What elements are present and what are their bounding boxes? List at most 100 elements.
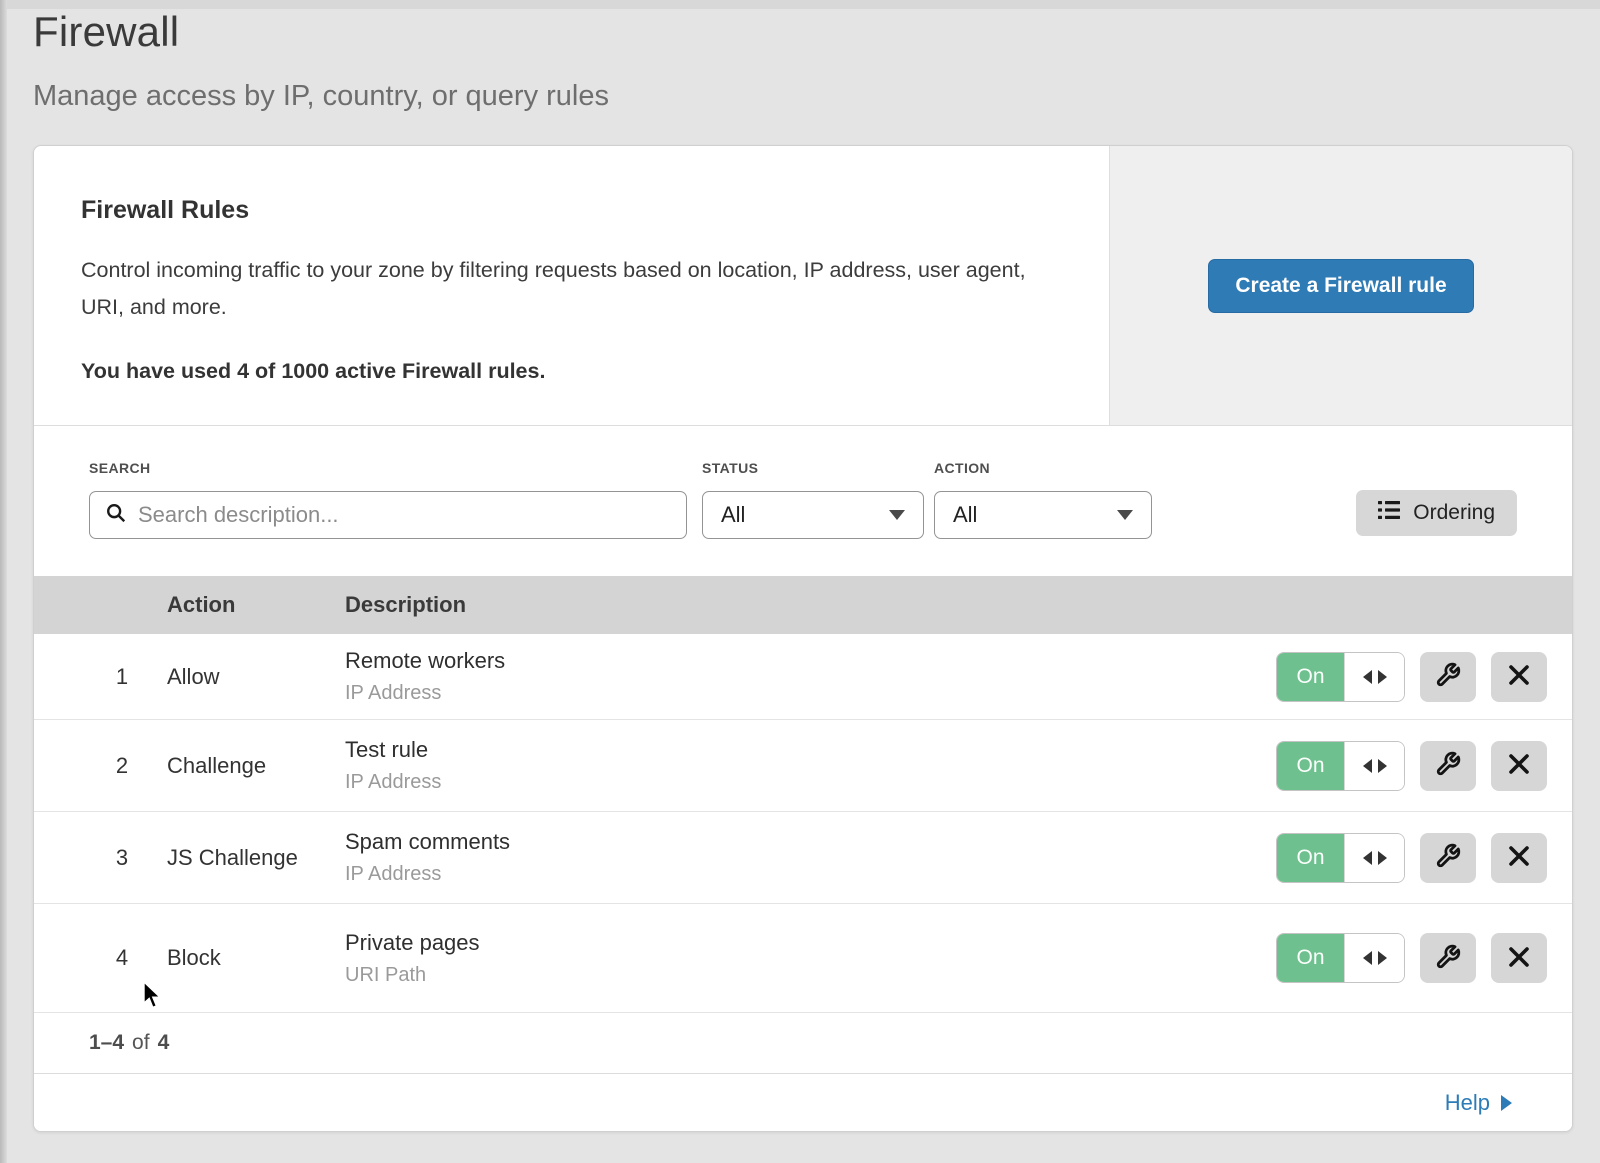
toggle-on-label: On — [1277, 742, 1344, 790]
search-box — [89, 491, 687, 539]
toggle-on-label: On — [1277, 834, 1344, 882]
ordering-button-label: Ordering — [1413, 501, 1495, 525]
card-intro: Firewall Rules Control incoming traffic … — [34, 146, 1109, 425]
priority-arrows-icon[interactable] — [1344, 742, 1404, 790]
action-select-value: All — [953, 502, 977, 528]
pagination-range: 1–4 — [89, 1031, 124, 1055]
rule-enabled-toggle[interactable]: On — [1276, 833, 1405, 883]
rule-action: Challenge — [167, 753, 345, 779]
description-column-header: Description — [345, 592, 1572, 618]
pagination: 1–4 of 4 — [34, 1013, 1572, 1074]
edit-rule-button[interactable] — [1420, 833, 1476, 883]
rule-match-type: IP Address — [345, 771, 1276, 794]
rule-description: Test rule — [345, 737, 1276, 763]
search-input[interactable] — [138, 502, 671, 528]
help-arrow-icon — [1501, 1095, 1512, 1111]
firewall-rules-card: Firewall Rules Control incoming traffic … — [33, 145, 1573, 1132]
edit-rule-button[interactable] — [1420, 933, 1476, 983]
card-heading: Firewall Rules — [81, 196, 1029, 225]
wrench-icon — [1435, 843, 1461, 872]
rule-priority: 4 — [77, 945, 167, 971]
table-row: 2 Challenge Test rule IP Address On — [34, 720, 1572, 812]
rule-description-cell: Remote workers IP Address — [345, 648, 1276, 705]
window-top-shade — [0, 0, 1600, 9]
pagination-of: of — [132, 1031, 150, 1055]
rule-description: Private pages — [345, 930, 1276, 956]
wrench-icon — [1435, 751, 1461, 780]
table-row: 1 Allow Remote workers IP Address On — [34, 634, 1572, 720]
table-row: 3 JS Challenge Spam comments IP Address … — [34, 812, 1572, 904]
page-title: Firewall — [33, 8, 609, 56]
priority-arrows-icon[interactable] — [1344, 653, 1404, 701]
rule-action: Block — [167, 945, 345, 971]
action-group: ACTION All — [934, 460, 1152, 539]
action-column-header: Action — [167, 592, 345, 618]
close-icon — [1508, 845, 1530, 870]
window-edge — [0, 0, 7, 1163]
search-label: SEARCH — [89, 460, 687, 476]
action-label: ACTION — [934, 460, 1152, 476]
chevron-down-icon — [889, 510, 905, 520]
rule-match-type: URI Path — [345, 964, 1276, 987]
priority-arrows-icon[interactable] — [1344, 934, 1404, 982]
filter-bar: SEARCH STATUS All ACTION All — [34, 426, 1572, 576]
rule-action: JS Challenge — [167, 845, 345, 871]
search-icon — [105, 502, 127, 529]
ordering-button[interactable]: Ordering — [1356, 490, 1517, 536]
help-row: Help — [34, 1074, 1572, 1131]
rule-priority: 1 — [77, 664, 167, 690]
create-firewall-rule-button[interactable]: Create a Firewall rule — [1208, 259, 1473, 313]
status-select[interactable]: All — [702, 491, 924, 539]
priority-arrows-icon[interactable] — [1344, 834, 1404, 882]
rule-controls: On — [1276, 741, 1547, 791]
rules-table-body: 1 Allow Remote workers IP Address On — [34, 634, 1572, 1013]
usage-summary: You have used 4 of 1000 active Firewall … — [81, 359, 1029, 384]
card-action-panel: Create a Firewall rule — [1109, 146, 1572, 425]
delete-rule-button[interactable] — [1491, 933, 1547, 983]
rule-match-type: IP Address — [345, 863, 1276, 886]
rule-controls: On — [1276, 933, 1547, 983]
rule-match-type: IP Address — [345, 682, 1276, 705]
rule-description-cell: Spam comments IP Address — [345, 829, 1276, 886]
table-header: Action Description — [34, 576, 1572, 634]
search-group: SEARCH — [89, 460, 687, 539]
delete-rule-button[interactable] — [1491, 741, 1547, 791]
rule-enabled-toggle[interactable]: On — [1276, 933, 1405, 983]
status-select-value: All — [721, 502, 745, 528]
rule-description-cell: Private pages URI Path — [345, 930, 1276, 987]
rule-action: Allow — [167, 664, 345, 690]
toggle-on-label: On — [1277, 653, 1344, 701]
edit-rule-button[interactable] — [1420, 652, 1476, 702]
rule-controls: On — [1276, 652, 1547, 702]
toggle-on-label: On — [1277, 934, 1344, 982]
edit-rule-button[interactable] — [1420, 741, 1476, 791]
table-row: 4 Block Private pages URI Path On — [34, 904, 1572, 1013]
rule-enabled-toggle[interactable]: On — [1276, 741, 1405, 791]
status-group: STATUS All — [702, 460, 924, 539]
close-icon — [1508, 753, 1530, 778]
rule-description: Remote workers — [345, 648, 1276, 674]
page-header: Firewall Manage access by IP, country, o… — [33, 8, 609, 113]
ordering-list-icon — [1378, 500, 1400, 526]
rule-enabled-toggle[interactable]: On — [1276, 652, 1405, 702]
pagination-total: 4 — [158, 1031, 170, 1055]
card-top-section: Firewall Rules Control incoming traffic … — [34, 146, 1572, 426]
help-link-label: Help — [1445, 1090, 1490, 1116]
rule-description-cell: Test rule IP Address — [345, 737, 1276, 794]
page-subtitle: Manage access by IP, country, or query r… — [33, 80, 609, 113]
close-icon — [1508, 946, 1530, 971]
rule-priority: 2 — [77, 753, 167, 779]
rule-description: Spam comments — [345, 829, 1276, 855]
close-icon — [1508, 664, 1530, 689]
action-select[interactable]: All — [934, 491, 1152, 539]
card-description: Control incoming traffic to your zone by… — [81, 252, 1029, 326]
chevron-down-icon — [1117, 510, 1133, 520]
delete-rule-button[interactable] — [1491, 652, 1547, 702]
rule-controls: On — [1276, 833, 1547, 883]
status-label: STATUS — [702, 460, 924, 476]
help-link[interactable]: Help — [1445, 1090, 1512, 1116]
rule-priority: 3 — [77, 845, 167, 871]
delete-rule-button[interactable] — [1491, 833, 1547, 883]
wrench-icon — [1435, 944, 1461, 973]
wrench-icon — [1435, 662, 1461, 691]
